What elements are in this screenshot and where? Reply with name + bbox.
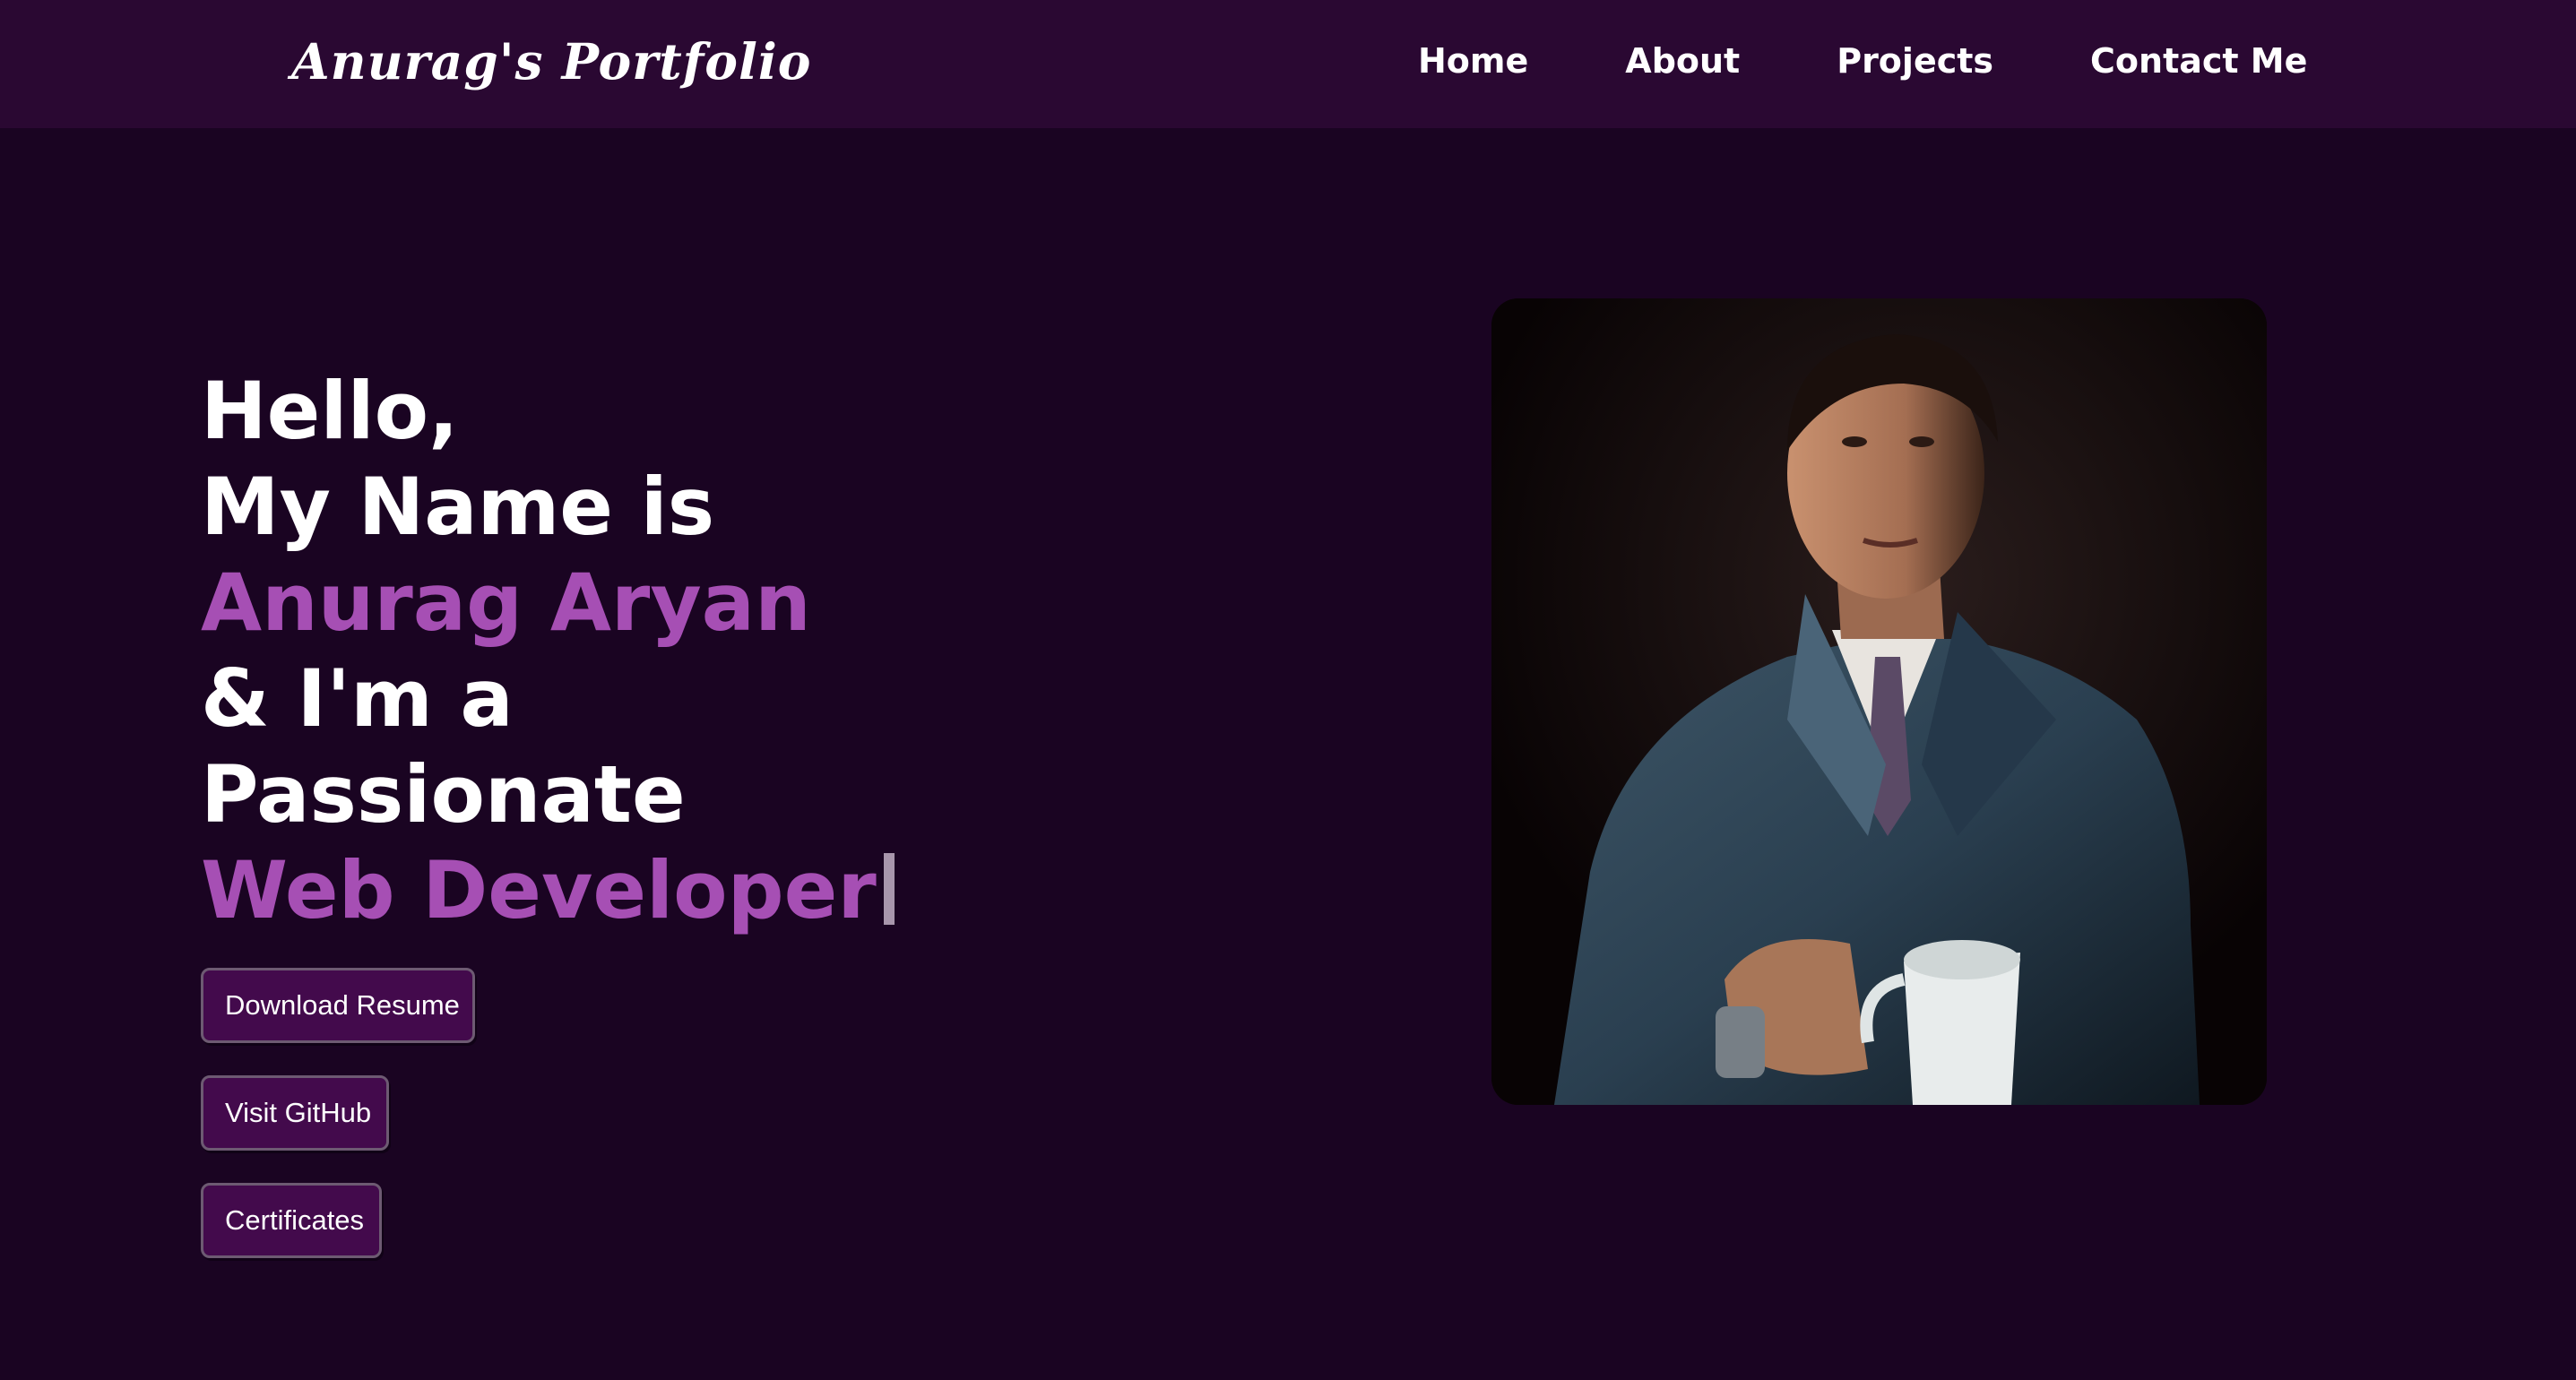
hero-adjective: Passionate	[201, 748, 686, 841]
hero-role-intro: & I'm a	[201, 652, 514, 745]
certificates-button[interactable]: Certificates	[201, 1183, 382, 1258]
typing-cursor	[883, 853, 895, 925]
profile-photo	[1491, 298, 2267, 1105]
nav-link-contact[interactable]: Contact Me	[2090, 41, 2307, 81]
hero-name: Anurag Aryan	[201, 556, 811, 649]
hero-greeting: Hello,	[201, 365, 459, 457]
site-logo[interactable]: Anurag's Portfolio	[291, 32, 811, 91]
visit-github-button[interactable]: Visit GitHub	[201, 1075, 389, 1151]
download-resume-button[interactable]: Download Resume	[201, 968, 475, 1043]
profile-photo-image	[1491, 298, 2267, 1105]
navbar: Anurag's Portfolio Home About Projects C…	[0, 0, 2576, 128]
nav-link-projects[interactable]: Projects	[1837, 41, 1993, 81]
nav-link-about[interactable]: About	[1625, 41, 1740, 81]
nav-link-home[interactable]: Home	[1418, 41, 1528, 81]
hero-heading: Hello, My Name is Anurag Aryan & I'm a P…	[201, 363, 895, 938]
hero-name-intro: My Name is	[201, 461, 715, 553]
hero-role: Web Developer	[201, 844, 877, 936]
hero-role-line: Web Developer	[201, 842, 895, 938]
nav-links: Home About Projects Contact Me	[1418, 41, 2307, 81]
